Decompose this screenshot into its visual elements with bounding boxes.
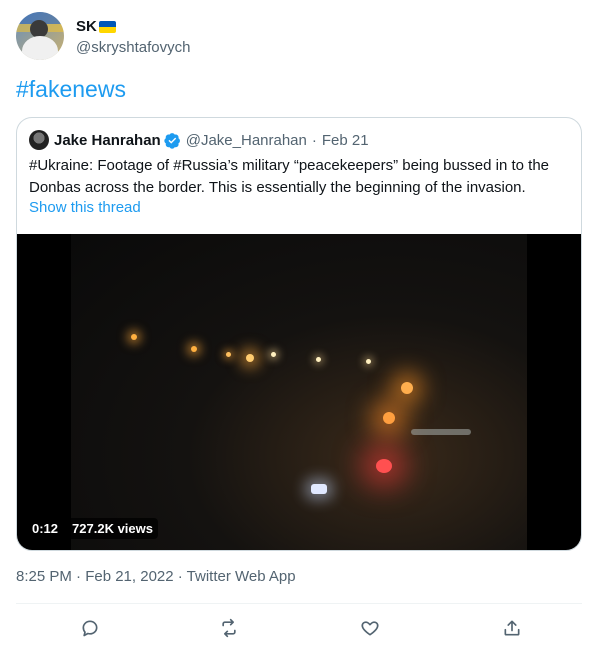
quoted-avatar [29, 130, 49, 150]
quoted-date: Feb 21 [321, 131, 369, 149]
quoted-tweet-card[interactable]: Jake Hanrahan @Jake_Hanrahan · Feb 21 #U… [16, 117, 582, 551]
video-badges: 0:12 727.2K views [27, 518, 158, 539]
quoted-tweet-header: Jake Hanrahan @Jake_Hanrahan · Feb 21 [29, 130, 369, 150]
ukraine-flag-icon [98, 20, 116, 33]
show-thread-link[interactable]: Show this thread [29, 199, 141, 216]
tweet-actions [16, 610, 582, 646]
quoted-tweet-text: #Ukraine: Footage of #Russia’s military … [29, 157, 550, 196]
verified-badge-icon [164, 132, 180, 149]
video-views: 727.2K views [67, 518, 158, 539]
quoted-author-name: Jake Hanrahan [54, 131, 161, 149]
display-name-row[interactable]: SK [76, 17, 190, 37]
heart-icon [361, 621, 379, 636]
tweet-header: SK @skryshtafovych [16, 12, 190, 60]
video-duration: 0:12 [27, 518, 64, 539]
retweet-icon [222, 618, 236, 638]
retweet-button[interactable] [217, 616, 241, 640]
share-icon [504, 620, 520, 636]
author-names: SK @skryshtafovych [76, 17, 190, 56]
tweet-text-hashtag[interactable]: #fakenews [16, 76, 126, 103]
like-button[interactable] [358, 616, 382, 640]
tweet-timestamp-source[interactable]: 8:25 PM · Feb 21, 2022 · Twitter Web App [16, 568, 296, 585]
reply-button[interactable] [78, 616, 102, 640]
video-frame [71, 234, 527, 550]
quoted-handle: @Jake_Hanrahan [185, 131, 307, 149]
author-handle[interactable]: @skryshtafovych [76, 39, 190, 56]
avatar[interactable] [16, 12, 64, 60]
display-name[interactable]: SK [76, 18, 97, 35]
reply-icon [82, 620, 98, 637]
share-button[interactable] [500, 616, 524, 640]
dot-separator: · [311, 131, 317, 149]
divider [16, 603, 582, 604]
video-player[interactable]: 0:12 727.2K views [17, 234, 581, 550]
